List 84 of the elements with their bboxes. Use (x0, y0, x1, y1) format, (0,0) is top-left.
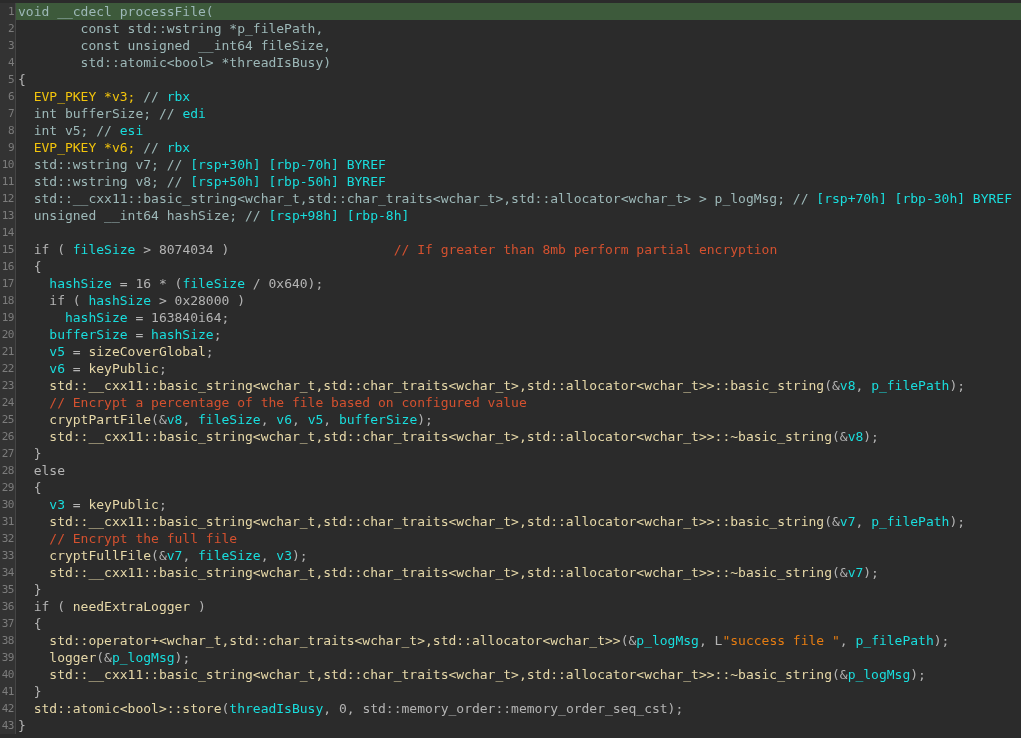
line-number: 15 (0, 241, 16, 258)
code-line: unsigned __int64 hashSize; // [rsp+98h] [rbp-8h] (32, 207, 411, 224)
line-number: 43 (0, 717, 16, 734)
code-line: { (32, 258, 43, 275)
code-line: std::atomic<bool> *threadIsBusy) (79, 54, 333, 71)
line-number: 36 (0, 598, 16, 615)
code-line: if ( fileSize > 8074034 ) // If greater than 8mb perform partial encryption (32, 241, 779, 258)
code-line: v3 = keyPublic; (48, 496, 168, 513)
code-line: v5 = sizeCoverGlobal; (48, 343, 215, 360)
line-number: 26 (0, 428, 16, 445)
code-line: else (32, 462, 66, 479)
line-number: 27 (0, 445, 16, 462)
code-line: std::__cxx11::basic_string<wchar_t,std::char_traits<wchar_t>,std::allocator<wchar_t>>::~basic_string(&v7); (48, 564, 880, 581)
code-line: { (32, 479, 43, 496)
code-line: hashSize = 163840i64; (63, 309, 231, 326)
code-line: { (32, 615, 43, 632)
code-line: cryptFullFile(&v7, fileSize, v3); (48, 547, 309, 564)
code-line: { (17, 71, 27, 88)
line-number: 40 (0, 666, 16, 683)
code-line: std::__cxx11::basic_string<wchar_t,std::char_traits<wchar_t>,std::allocator<wchar_t>>::basic_string(&v8, p_filePath); (48, 377, 967, 394)
code-line: std::wstring v8; // [rsp+50h] [rbp-50h] BYREF (32, 173, 387, 190)
line-number: 34 (0, 564, 16, 581)
line-number: 1 (0, 3, 16, 20)
line-number: 2 (0, 20, 16, 37)
line-number: 7 (0, 105, 16, 122)
line-number: 3 (0, 37, 16, 54)
line-number: 35 (0, 581, 16, 598)
line-number: 28 (0, 462, 16, 479)
line-number: 42 (0, 700, 16, 717)
line-number: 30 (0, 496, 16, 513)
line-number: 10 (0, 156, 16, 173)
code-line: if ( hashSize > 0x28000 ) (48, 292, 246, 309)
code-line: const std::wstring *p_filePath, (79, 20, 325, 37)
code-line: } (17, 717, 27, 734)
code-line: logger(&p_logMsg); (48, 649, 192, 666)
line-number: 22 (0, 360, 16, 377)
code-line: std::__cxx11::basic_string<wchar_t,std::char_traits<wchar_t>,std::allocator<wchar_t> > p_logMsg; // [rsp+70h] [rbp-30h] BYREF (32, 190, 1013, 207)
line-number: 9 (0, 139, 16, 156)
line-number: 29 (0, 479, 16, 496)
code-line: std::atomic<bool>::store(threadIsBusy, 0, std::memory_order::memory_order_seq_cst); (32, 700, 685, 717)
code-line: std::__cxx11::basic_string<wchar_t,std::char_traits<wchar_t>,std::allocator<wchar_t>>::basic_string(&v7, p_filePath); (48, 513, 967, 530)
line-number: 37 (0, 615, 16, 632)
code-line: std::__cxx11::basic_string<wchar_t,std::char_traits<wchar_t>,std::allocator<wchar_t>>::~basic_string(&v8); (48, 428, 880, 445)
line-number: 16 (0, 258, 16, 275)
line-number: 17 (0, 275, 16, 292)
code-line: EVP_PKEY *v3; // rbx (32, 88, 192, 105)
code-line: } (32, 581, 43, 598)
line-number: 31 (0, 513, 16, 530)
code-line: std::__cxx11::basic_string<wchar_t,std::char_traits<wchar_t>,std::allocator<wchar_t>>::~basic_string(&p_logMsg); (48, 666, 927, 683)
line-number: 25 (0, 411, 16, 428)
line-number: 33 (0, 547, 16, 564)
code-line: hashSize = 16 * (fileSize / 0x640); (48, 275, 325, 292)
line-number: 38 (0, 632, 16, 649)
code-line: if ( needExtraLogger ) (32, 598, 207, 615)
line-number: 5 (0, 71, 16, 88)
line-number: 6 (0, 88, 16, 105)
code-line: bufferSize = hashSize; (48, 326, 223, 343)
line-number: 8 (0, 122, 16, 139)
line-number: 12 (0, 190, 16, 207)
line-number: 21 (0, 343, 16, 360)
line-number: 19 (0, 309, 16, 326)
code-line: int v5; // esi (32, 122, 145, 139)
line-number: 13 (0, 207, 16, 224)
code-line: const unsigned __int64 fileSize, (79, 37, 333, 54)
code-line: std::wstring v7; // [rsp+30h] [rbp-70h] BYREF (32, 156, 387, 173)
line-number: 18 (0, 292, 16, 309)
code-line: // Encrypt the full file (48, 530, 239, 547)
code-line: // Encrypt a percentage of the file based on configured value (48, 394, 528, 411)
line-number: 14 (0, 224, 16, 241)
code-line: std::operator+<wchar_t,std::char_traits<wchar_t>,std::allocator<wchar_t>>(&p_logMsg, L"success file ", p_filePath); (48, 632, 951, 649)
line-number: 4 (0, 54, 16, 71)
line-number: 11 (0, 173, 16, 190)
code-line: } (32, 683, 43, 700)
line-number: 32 (0, 530, 16, 547)
code-line: cryptPartFile(&v8, fileSize, v6, v5, bufferSize); (48, 411, 434, 428)
code-line: int bufferSize; // edi (32, 105, 207, 122)
line-number: 20 (0, 326, 16, 343)
line-number: 24 (0, 394, 16, 411)
code-line: } (32, 445, 43, 462)
code-line: EVP_PKEY *v6; // rbx (32, 139, 192, 156)
line-number: 41 (0, 683, 16, 700)
code-line: v6 = keyPublic; (48, 360, 168, 377)
line-number: 23 (0, 377, 16, 394)
line-number: 39 (0, 649, 16, 666)
